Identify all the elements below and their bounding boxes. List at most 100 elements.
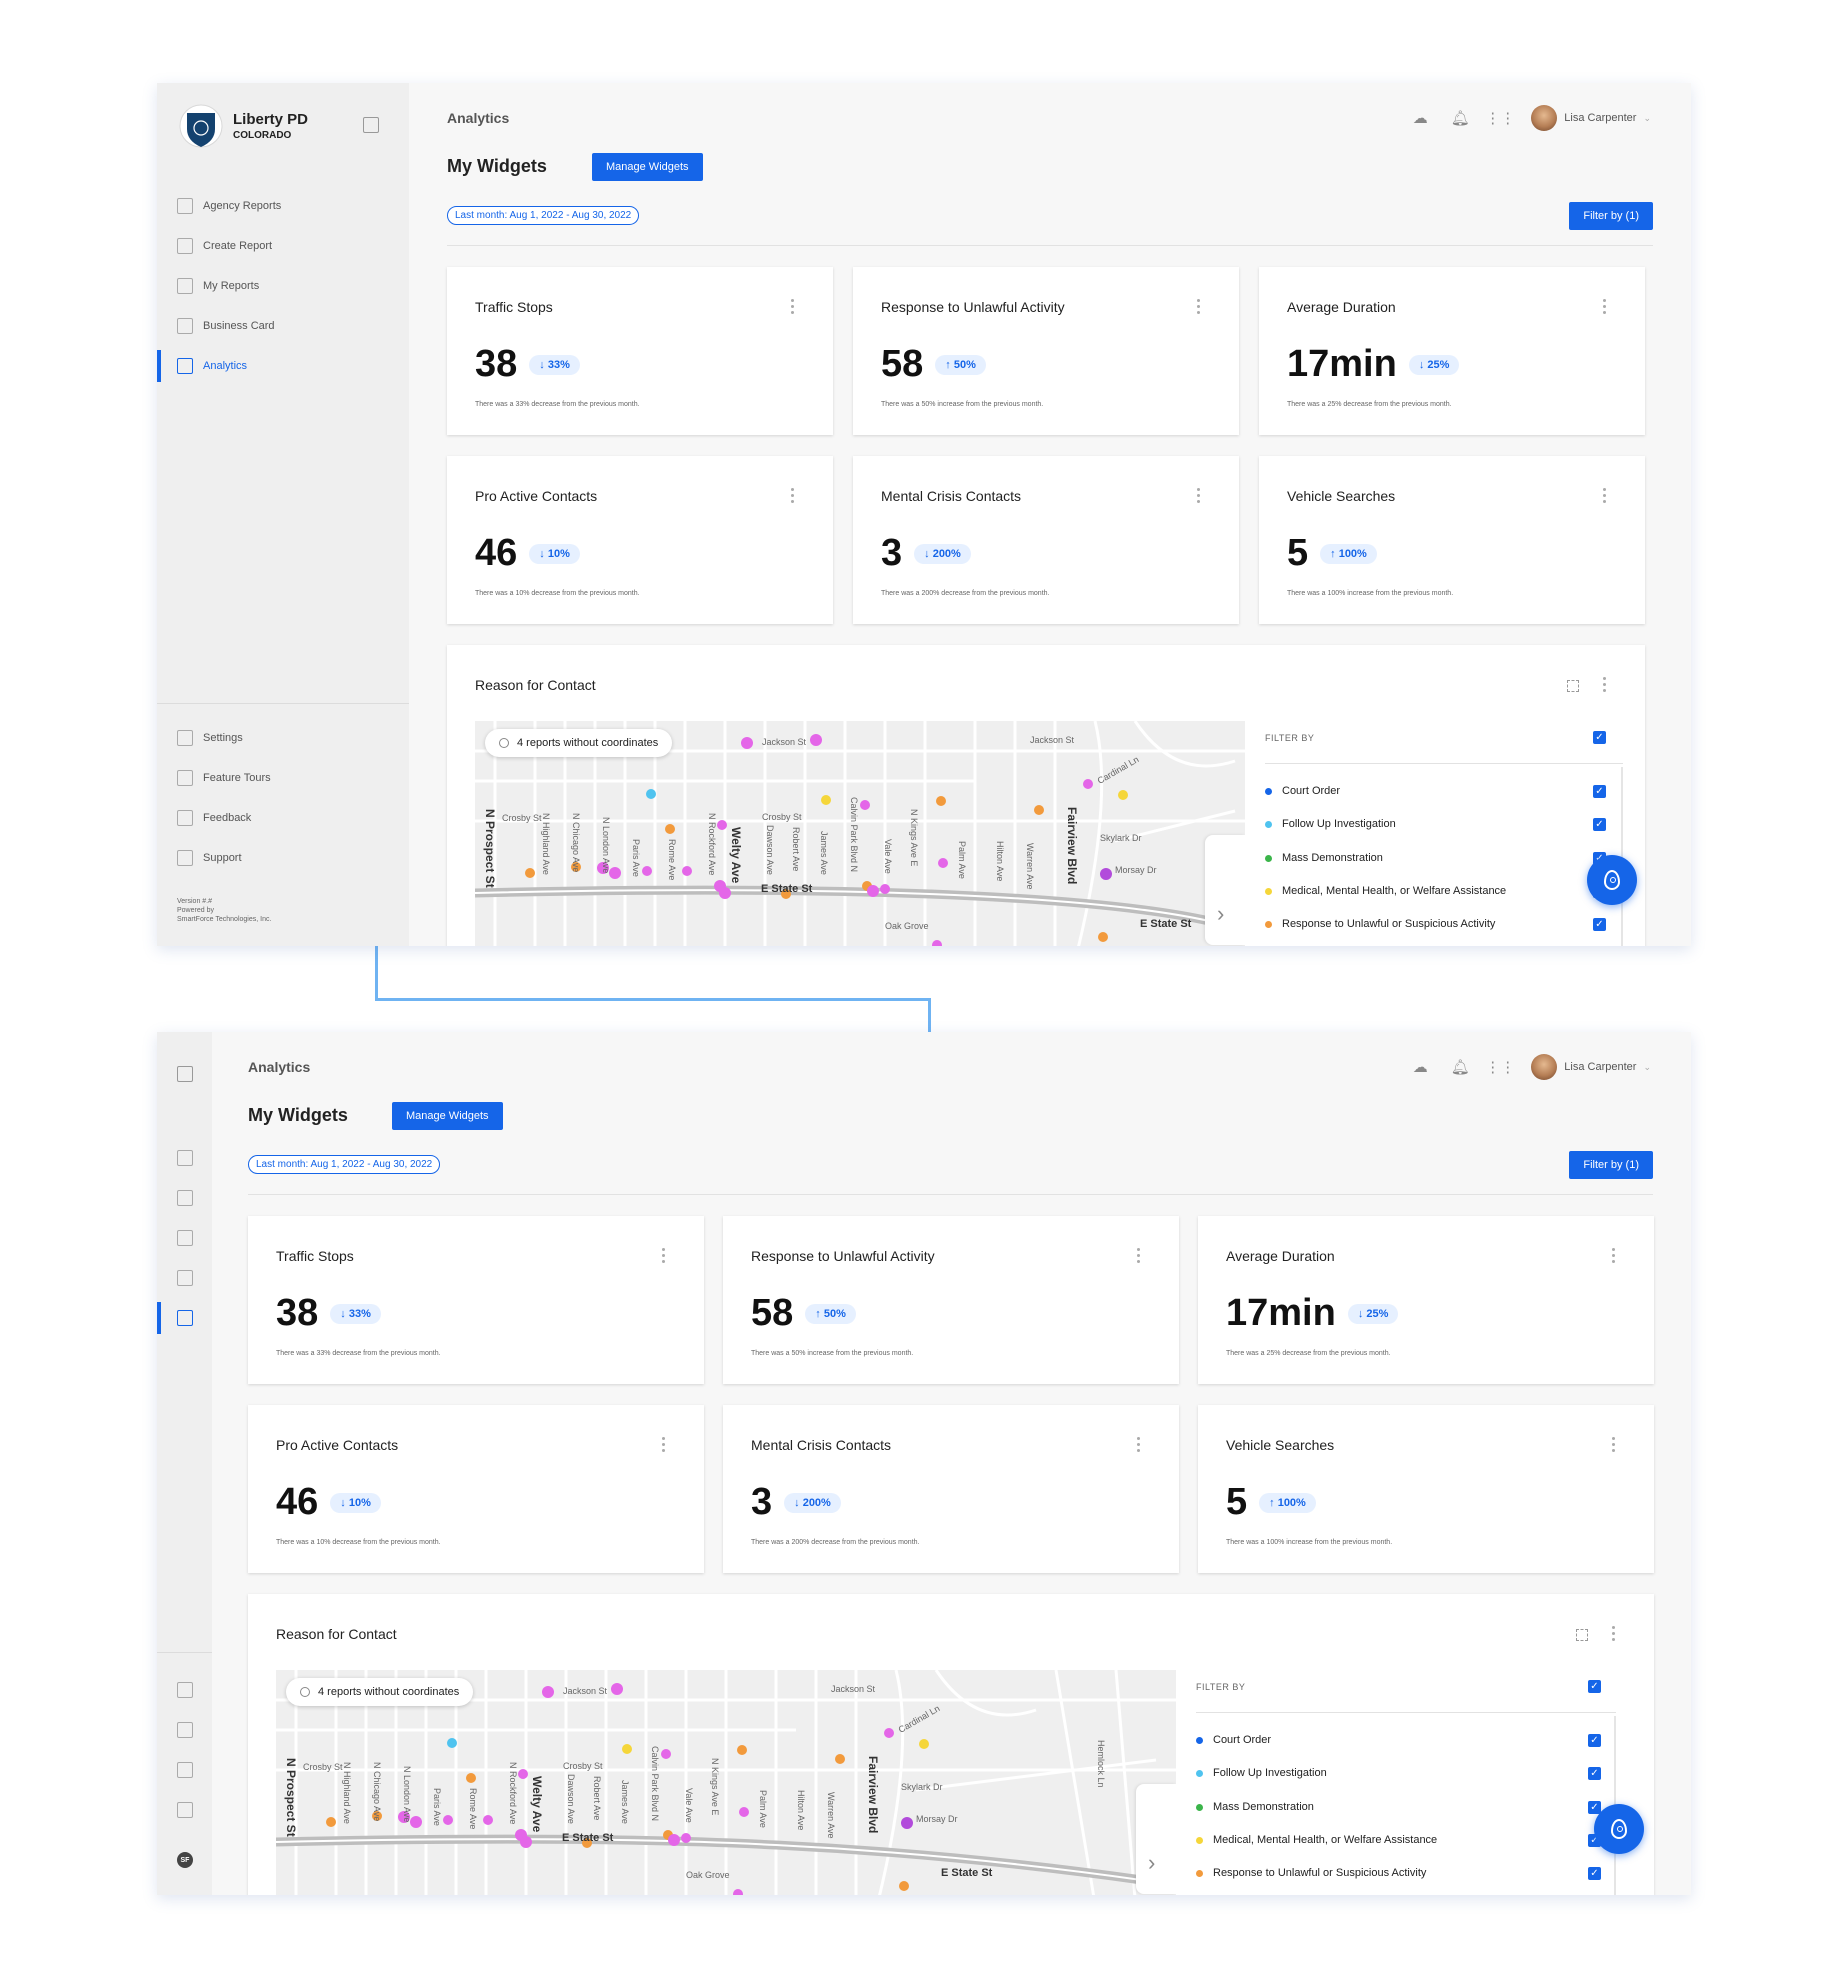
filter-row-mass-demonstration[interactable]: Mass Demonstration <box>1265 852 1383 864</box>
sidebar-item-create-report[interactable]: Create Report <box>157 233 409 259</box>
location-fab-button[interactable] <box>1587 855 1637 905</box>
cloud-sync-icon[interactable]: ☁ <box>1411 109 1429 127</box>
chevron-right-icon[interactable]: › <box>1148 1850 1155 1876</box>
sidebar-item-analytics[interactable]: Analytics <box>157 350 409 382</box>
date-range-pill[interactable]: Last month: Aug 1, 2022 - Aug 30, 2022 <box>248 1155 441 1174</box>
sidebar-collapsed: SF <box>157 1032 212 1895</box>
sidebar-item-settings[interactable]: Settings <box>157 725 409 751</box>
help-icon[interactable] <box>177 1802 193 1818</box>
category-dot <box>1196 1769 1203 1777</box>
feedback-icon[interactable] <box>177 1762 193 1778</box>
select-all-checkbox[interactable]: ✓ <box>1588 1680 1601 1693</box>
manage-widgets-button[interactable]: Manage Widgets <box>592 153 703 181</box>
active-indicator <box>157 1302 161 1334</box>
street-label: Warren Ave <box>826 1792 836 1839</box>
checkbox-follow-up[interactable]: ✓ <box>1588 1767 1601 1780</box>
metric-note: There was a 25% decrease from the previo… <box>1287 401 1452 408</box>
more-options-icon[interactable] <box>791 488 795 506</box>
expand-icon[interactable] <box>1576 1629 1588 1641</box>
filter-row-response-unlawful[interactable]: Response to Unlawful or Suspicious Activ… <box>1196 1867 1426 1879</box>
more-options-icon[interactable] <box>1137 1437 1141 1455</box>
sidebar-item-feedback[interactable]: Feedback <box>157 805 409 831</box>
expand-icon[interactable] <box>1567 680 1579 692</box>
more-options-icon[interactable] <box>1612 1437 1616 1455</box>
sidebar-item-label: Feature Tours <box>203 772 271 784</box>
date-range-pill[interactable]: Last month: Aug 1, 2022 - Aug 30, 2022 <box>447 206 640 225</box>
reports-without-coordinates-pill[interactable]: 4 reports without coordinates <box>286 1678 474 1706</box>
brand[interactable]: Liberty PD COLORADO <box>179 101 308 151</box>
user-menu[interactable]: Lisa Carpenter ⌄ <box>1531 1054 1651 1080</box>
create-report-icon[interactable] <box>177 1190 193 1206</box>
more-options-icon[interactable] <box>1603 299 1607 317</box>
checkbox-court-order[interactable]: ✓ <box>1593 785 1606 798</box>
filter-label: Response to Unlawful or Suspicious Activ… <box>1213 1867 1427 1879</box>
more-options-icon[interactable] <box>1137 1248 1141 1266</box>
checkbox-response-unlawful[interactable]: ✓ <box>1593 918 1606 931</box>
street-label: Palm Ave <box>957 841 967 879</box>
more-options-icon[interactable] <box>1612 1248 1616 1266</box>
star-icon[interactable] <box>177 1722 193 1738</box>
select-all-checkbox[interactable]: ✓ <box>1593 731 1606 744</box>
street-label: E State St <box>941 1867 993 1879</box>
sidebar-item-support[interactable]: Support <box>157 845 409 871</box>
more-options-icon[interactable] <box>1197 488 1201 506</box>
filter-button[interactable]: Filter by (1) <box>1569 1151 1653 1179</box>
delta-badge: ↓ 33% <box>330 1303 381 1324</box>
filter-row-medical[interactable]: Medical, Mental Health, or Welfare Assis… <box>1265 885 1506 897</box>
collapse-sidebar-icon[interactable] <box>363 117 379 133</box>
sidebar-item-my-reports[interactable]: My Reports <box>157 273 409 299</box>
filter-by-heading: FILTER BY <box>1265 733 1315 743</box>
map[interactable]: Jackson St Jackson St Crosby St Crosby S… <box>475 721 1245 946</box>
apps-grid-icon[interactable]: ⋮⋮ <box>1485 109 1515 127</box>
bell-icon[interactable]: 🔔︎ <box>1451 1058 1470 1076</box>
cloud-sync-icon[interactable]: ☁ <box>1411 1058 1429 1076</box>
reports-icon[interactable] <box>177 1230 193 1246</box>
street-label: Crosby St <box>762 812 802 822</box>
more-options-icon[interactable] <box>1612 1626 1616 1644</box>
street-label: Skylark Dr <box>1100 833 1142 843</box>
apps-grid-icon[interactable]: ⋮⋮ <box>1485 1058 1515 1076</box>
street-label: Oak Grove <box>686 1870 730 1880</box>
version-text: Version #.# <box>177 898 213 905</box>
more-options-icon[interactable] <box>1603 677 1607 695</box>
sidebar-item-feature-tours[interactable]: Feature Tours <box>157 765 409 791</box>
sidebar-item-agency-reports[interactable]: Agency Reports <box>157 193 409 219</box>
filter-row-mass-demonstration[interactable]: Mass Demonstration <box>1196 1801 1314 1813</box>
filter-row-response-unlawful[interactable]: Response to Unlawful or Suspicious Activ… <box>1265 918 1495 930</box>
manage-widgets-button[interactable]: Manage Widgets <box>392 1102 503 1130</box>
checkbox-response-unlawful[interactable]: ✓ <box>1588 1867 1601 1880</box>
users-icon[interactable] <box>177 1150 193 1166</box>
more-options-icon[interactable] <box>791 299 795 317</box>
gear-icon[interactable] <box>177 1682 193 1698</box>
user-menu[interactable]: Lisa Carpenter ⌄ <box>1531 105 1651 131</box>
checkbox-court-order[interactable]: ✓ <box>1588 1734 1601 1747</box>
more-options-icon[interactable] <box>662 1437 666 1455</box>
main-content: Analytics ☁ 🔔︎ ⋮⋮ Lisa Carpenter ⌄ My Wi… <box>409 83 1691 946</box>
filter-row-court-order[interactable]: Court Order <box>1196 1734 1271 1746</box>
more-options-icon[interactable] <box>1603 488 1607 506</box>
reports-without-coordinates-pill[interactable]: 4 reports without coordinates <box>485 729 673 757</box>
chevron-right-icon[interactable]: › <box>1217 901 1224 927</box>
filter-row-follow-up[interactable]: Follow Up Investigation <box>1196 1767 1327 1779</box>
powered-by-text: Powered by <box>177 907 214 914</box>
filter-row-follow-up[interactable]: Follow Up Investigation <box>1265 818 1396 830</box>
sidebar-item-business-card[interactable]: Business Card <box>157 313 409 339</box>
metric-value: 5 <box>1226 1481 1248 1523</box>
users-icon <box>177 198 193 214</box>
street-label: N Prospect St <box>483 809 497 888</box>
filter-row-court-order[interactable]: Court Order <box>1265 785 1340 797</box>
more-options-icon[interactable] <box>1197 299 1201 317</box>
checkbox-follow-up[interactable]: ✓ <box>1593 818 1606 831</box>
filter-row-medical[interactable]: Medical, Mental Health, or Welfare Assis… <box>1196 1834 1437 1846</box>
location-fab-button[interactable] <box>1594 1804 1644 1854</box>
reports-icon <box>177 278 193 294</box>
map[interactable]: Jackson St Jackson St Crosby St Crosby S… <box>276 1670 1176 1895</box>
filter-button[interactable]: Filter by (1) <box>1569 202 1653 230</box>
bell-icon[interactable]: 🔔︎ <box>1451 109 1470 127</box>
business-card-icon <box>177 318 193 334</box>
analytics-icon[interactable] <box>177 1310 193 1326</box>
street-label: N Prospect St <box>284 1758 298 1837</box>
business-card-icon[interactable] <box>177 1270 193 1286</box>
expand-sidebar-icon[interactable] <box>177 1066 193 1082</box>
more-options-icon[interactable] <box>662 1248 666 1266</box>
